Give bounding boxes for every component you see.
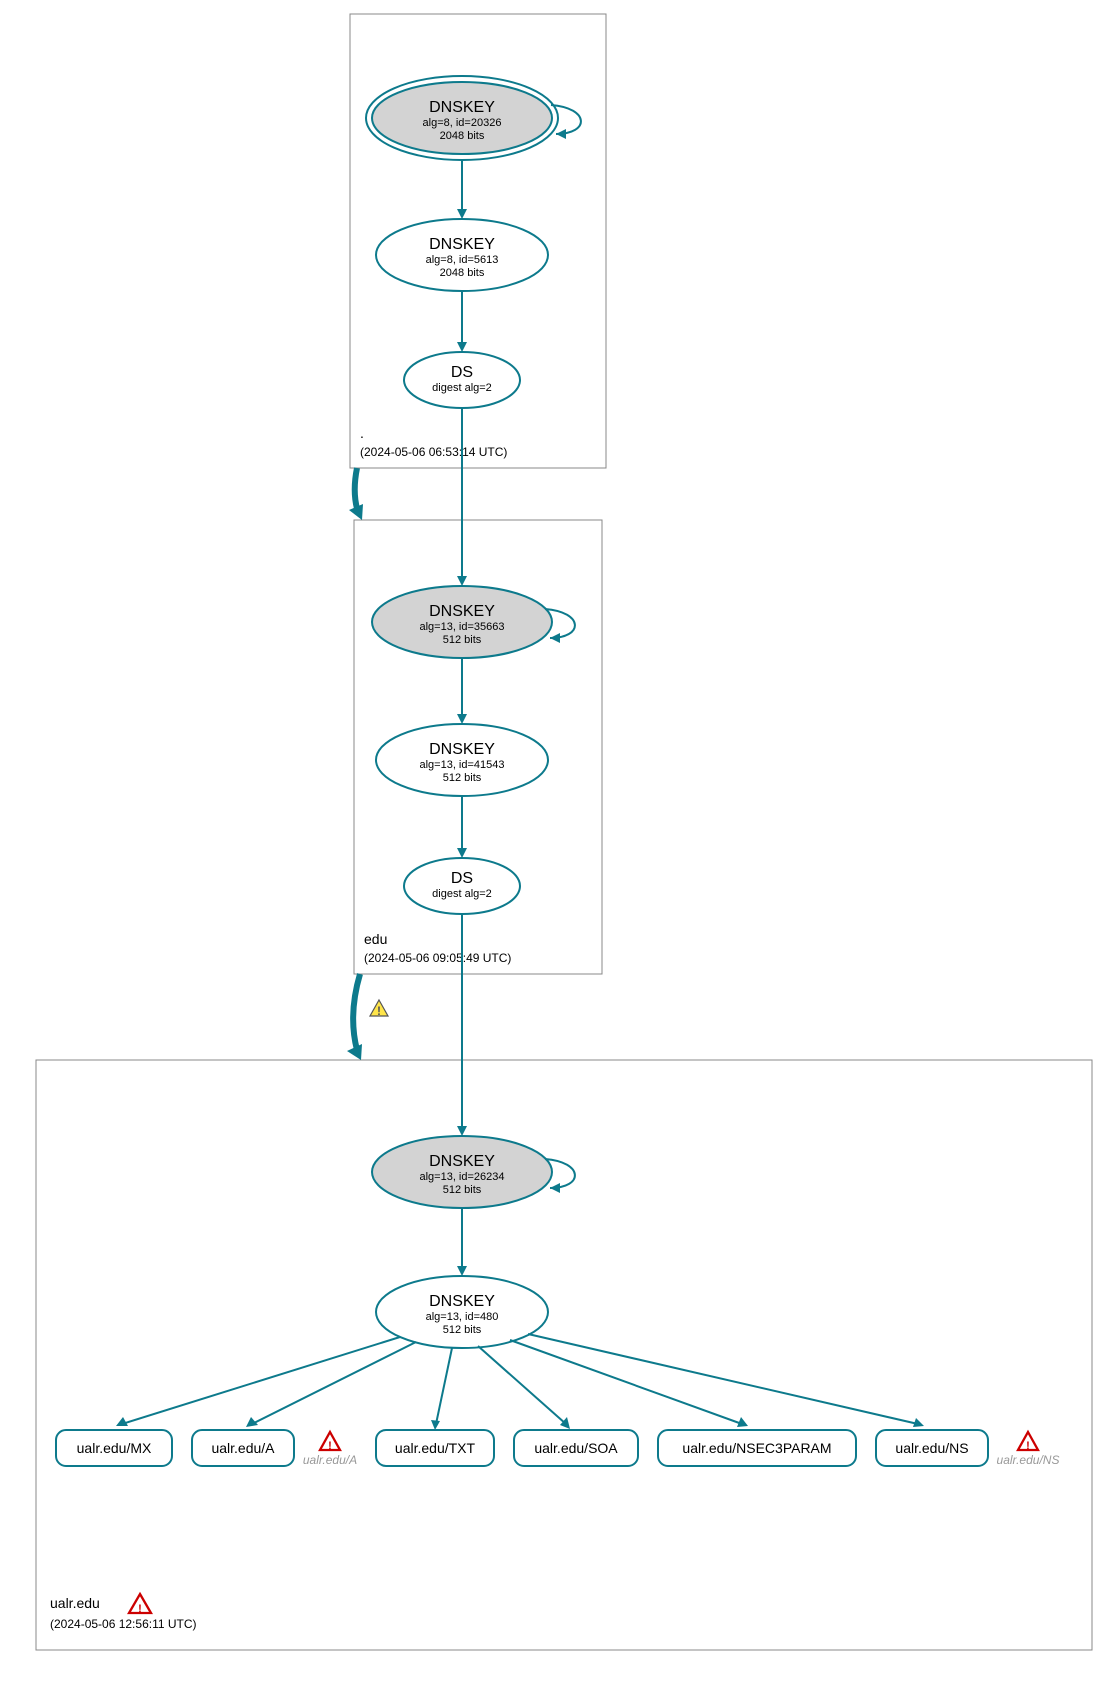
node-ualr-zsk[interactable]: DNSKEY alg=13, id=480 512 bits [376, 1276, 548, 1348]
node-edu-ksk-title: DNSKEY [429, 603, 495, 620]
node-ualr-ksk-bits: 512 bits [443, 1184, 482, 1196]
node-ualr-ksk-alg: alg=13, id=26234 [419, 1171, 504, 1183]
node-root-zsk-alg: alg=8, id=5613 [426, 254, 499, 266]
node-edu-ds[interactable]: DS digest alg=2 [404, 858, 520, 914]
node-root-ksk-alg: alg=8, id=20326 [423, 117, 502, 129]
node-root-ds-title: DS [451, 364, 473, 381]
node-root-ds[interactable]: DS digest alg=2 [404, 352, 520, 408]
node-edu-ds-title: DS [451, 870, 473, 887]
edge-edu-to-ualr-delegation [353, 974, 360, 1050]
node-root-zsk[interactable]: DNSKEY alg=8, id=5613 2048 bits [376, 219, 548, 291]
edge-zsk-soa [478, 1346, 566, 1424]
node-root-zsk-bits: 2048 bits [440, 267, 485, 279]
rrset-ns[interactable]: ualr.edu/NS [876, 1430, 988, 1466]
edge-zsk-txt [436, 1348, 452, 1424]
rrset-txt[interactable]: ualr.edu/TXT [376, 1430, 494, 1466]
error-icon-ns[interactable]: ! [1018, 1432, 1038, 1452]
rrset-mx[interactable]: ualr.edu/MX [56, 1430, 172, 1466]
node-edu-zsk-title: DNSKEY [429, 741, 495, 758]
node-root-ksk[interactable]: DNSKEY alg=8, id=20326 2048 bits [366, 76, 558, 160]
node-ualr-zsk-title: DNSKEY [429, 1293, 495, 1310]
svg-text:ualr.edu/A: ualr.edu/A [211, 1440, 275, 1456]
zone-ualr-box [36, 1060, 1092, 1650]
rrset-soa[interactable]: ualr.edu/SOA [514, 1430, 638, 1466]
node-root-ksk-title: DNSKEY [429, 99, 495, 116]
node-edu-ds-alg: digest alg=2 [432, 888, 492, 900]
svg-text:ualr.edu/MX: ualr.edu/MX [77, 1440, 152, 1456]
ghost-a: ualr.edu/A [303, 1453, 357, 1467]
node-edu-ksk-alg: alg=13, id=35663 [419, 621, 504, 633]
edge-zsk-nsec3 [510, 1340, 742, 1424]
svg-text:!: ! [1026, 1440, 1030, 1452]
zone-edu-timestamp: (2024-05-06 09:05:49 UTC) [364, 951, 511, 965]
node-root-ksk-bits: 2048 bits [440, 130, 485, 142]
zone-root-timestamp: (2024-05-06 06:53:14 UTC) [360, 445, 507, 459]
node-edu-ksk-bits: 512 bits [443, 634, 482, 646]
warning-icon-delegation[interactable]: ! [370, 1000, 388, 1018]
zone-ualr-name: ualr.edu [50, 1595, 100, 1611]
error-icon-a[interactable]: ! [320, 1432, 340, 1452]
edge-root-to-edu-delegation [355, 468, 358, 512]
svg-text:!: ! [377, 1004, 381, 1018]
node-edu-ksk[interactable]: DNSKEY alg=13, id=35663 512 bits [372, 586, 552, 658]
edge-zsk-ns [528, 1334, 918, 1424]
rrset-a[interactable]: ualr.edu/A [192, 1430, 294, 1466]
node-root-zsk-title: DNSKEY [429, 236, 495, 253]
svg-text:ualr.edu/SOA: ualr.edu/SOA [534, 1440, 618, 1456]
rrset-nsec3param[interactable]: ualr.edu/NSEC3PARAM [658, 1430, 856, 1466]
node-ualr-ksk[interactable]: DNSKEY alg=13, id=26234 512 bits [372, 1136, 552, 1208]
zone-ualr-timestamp: (2024-05-06 12:56:11 UTC) [50, 1617, 197, 1631]
node-edu-zsk-alg: alg=13, id=41543 [419, 759, 504, 771]
svg-text:ualr.edu/NSEC3PARAM: ualr.edu/NSEC3PARAM [682, 1440, 831, 1456]
svg-text:ualr.edu/NS: ualr.edu/NS [895, 1440, 968, 1456]
node-root-ds-alg: digest alg=2 [432, 382, 492, 394]
edge-zsk-a [252, 1342, 416, 1424]
node-ualr-zsk-alg: alg=13, id=480 [426, 1311, 499, 1323]
svg-text:!: ! [138, 1603, 142, 1615]
zone-edu-name: edu [364, 931, 387, 947]
node-ualr-zsk-bits: 512 bits [443, 1324, 482, 1336]
node-edu-zsk[interactable]: DNSKEY alg=13, id=41543 512 bits [376, 724, 548, 796]
error-icon-zone[interactable]: ! [129, 1594, 151, 1615]
node-ualr-ksk-title: DNSKEY [429, 1153, 495, 1170]
node-edu-zsk-bits: 512 bits [443, 772, 482, 784]
svg-text:!: ! [328, 1440, 332, 1452]
svg-text:ualr.edu/TXT: ualr.edu/TXT [395, 1440, 476, 1456]
edge-zsk-mx [122, 1337, 400, 1424]
ghost-ns: ualr.edu/NS [997, 1453, 1060, 1467]
zone-root-name: . [360, 425, 364, 441]
